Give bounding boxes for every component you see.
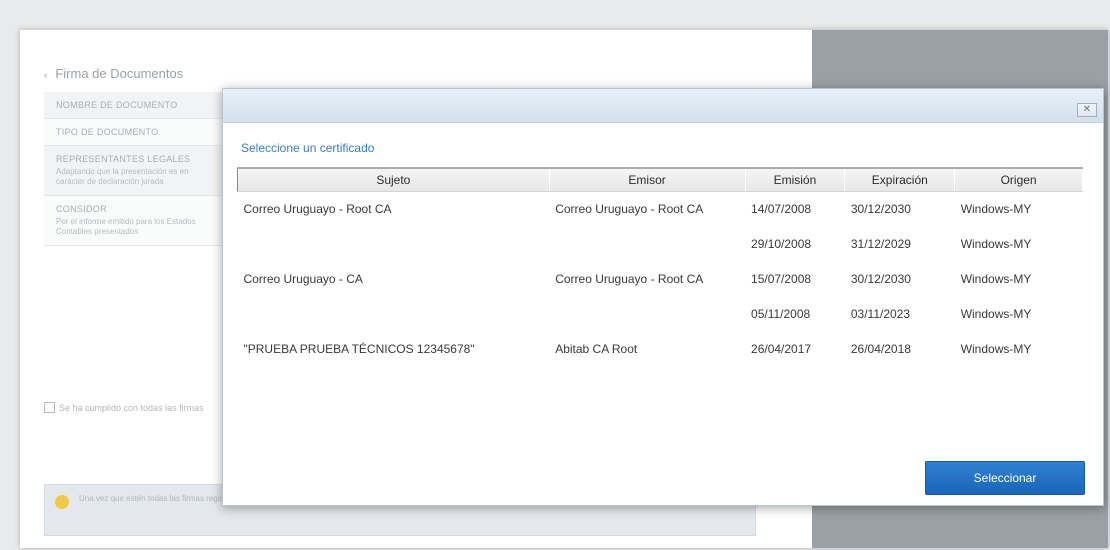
cell-sujeto: Correo Uruguayo - Root CA bbox=[243, 201, 392, 216]
close-button[interactable]: ✕ bbox=[1077, 103, 1097, 117]
cell-origen: Windows-MY bbox=[960, 236, 1032, 251]
page-title: ‹ Firma de Documentos bbox=[44, 66, 184, 81]
form-row-consider: CONSIDOR Por el informe emitido para los… bbox=[44, 196, 224, 246]
cell-sujeto bbox=[238, 226, 550, 261]
chevron-left-icon: ‹ bbox=[44, 70, 48, 81]
cell-origen: Windows-MY bbox=[960, 201, 1032, 216]
lightbulb-icon bbox=[55, 495, 69, 509]
certificate-table: Sujeto Emisor Emisión Expiración Origen … bbox=[237, 167, 1083, 431]
signatures-checkbox-row[interactable]: Se ha cumplido con todas las firmas bbox=[44, 402, 204, 413]
cell-origen: Windows-MY bbox=[960, 306, 1032, 321]
form-row-legal-reps: REPRESENTANTES LEGALES Adaptando que la … bbox=[44, 146, 224, 196]
table-row[interactable]: 05/11/2008 03/11/2023 Windows-MY bbox=[238, 296, 1083, 331]
cell-emisor: Correo Uruguayo - Root CA bbox=[555, 271, 704, 286]
close-icon: ✕ bbox=[1082, 104, 1092, 115]
cell-expiracion: 30/12/2030 bbox=[850, 271, 911, 286]
form-row-document-type: TIPO DE DOCUMENTO bbox=[44, 119, 224, 146]
cell-emision: 05/11/2008 bbox=[751, 306, 811, 321]
seleccionar-button[interactable]: Seleccionar bbox=[925, 461, 1085, 495]
cell-expiracion: 30/12/2030 bbox=[850, 201, 911, 216]
cell-expiracion: 26/04/2018 bbox=[850, 341, 911, 356]
table-row[interactable]: "PRUEBA PRUEBA TÉCNICOS 12345678" Abitab… bbox=[238, 331, 1083, 366]
cell-emisor: Correo Uruguayo - Root CA bbox=[555, 201, 704, 216]
cell-sujeto: Correo Uruguayo - CA bbox=[243, 271, 363, 286]
table-header-row: Sujeto Emisor Emisión Expiración Origen bbox=[237, 169, 1083, 192]
cell-emisor: Abitab CA Root bbox=[555, 341, 638, 356]
column-header-emision[interactable]: Emisión bbox=[745, 169, 846, 192]
dialog-titlebar[interactable]: ✕ bbox=[223, 89, 1103, 123]
column-header-origen[interactable]: Origen bbox=[954, 169, 1083, 192]
cell-origen: Windows-MY bbox=[960, 341, 1032, 356]
cell-origen: Windows-MY bbox=[960, 271, 1032, 286]
certificate-dialog: ✕ Seleccione un certificado Sujeto Emiso… bbox=[222, 88, 1104, 506]
dialog-heading: Seleccione un certificado bbox=[241, 141, 375, 155]
column-header-emisor[interactable]: Emisor bbox=[549, 169, 746, 192]
table-row[interactable]: 29/10/2008 31/12/2029 Windows-MY bbox=[238, 226, 1083, 261]
cell-sujeto bbox=[238, 296, 550, 331]
column-header-sujeto[interactable]: Sujeto bbox=[237, 169, 550, 192]
cell-emision: 15/07/2008 bbox=[751, 271, 812, 286]
document-form: NOMBRE DE DOCUMENTO TIPO DE DOCUMENTO RE… bbox=[44, 92, 224, 302]
cell-emision: 26/04/2017 bbox=[751, 341, 812, 356]
cell-sujeto: "PRUEBA PRUEBA TÉCNICOS 12345678" bbox=[243, 341, 475, 356]
cell-emision: 14/07/2008 bbox=[751, 201, 812, 216]
cell-emisor bbox=[549, 226, 745, 261]
cell-expiracion: 31/12/2029 bbox=[850, 236, 911, 251]
table-row[interactable]: Correo Uruguayo - CA Correo Uruguayo - R… bbox=[238, 261, 1083, 296]
table-row[interactable]: Correo Uruguayo - Root CA Correo Uruguay… bbox=[238, 191, 1083, 226]
cell-emisor bbox=[549, 296, 745, 331]
cell-expiracion: 03/11/2023 bbox=[850, 306, 911, 321]
cell-emision: 29/10/2008 bbox=[751, 236, 812, 251]
column-header-expiracion[interactable]: Expiración bbox=[844, 169, 956, 192]
form-row-document-name: NOMBRE DE DOCUMENTO bbox=[44, 92, 224, 119]
signatures-checkbox[interactable] bbox=[44, 402, 55, 413]
